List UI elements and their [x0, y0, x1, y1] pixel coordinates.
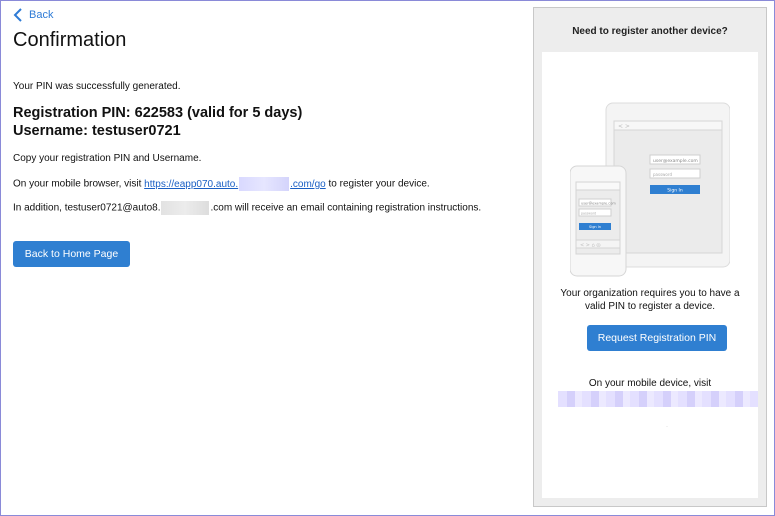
svg-text:< >: < > [618, 123, 630, 130]
credentials-block: Registration PIN: 622583 (valid for 5 da… [13, 104, 302, 140]
mobile-instruction: On your mobile browser, visit https://ea… [13, 177, 430, 191]
back-label: Back [29, 9, 54, 21]
email-prefix: In addition, testuser0721@auto8. [13, 202, 161, 214]
success-message: Your PIN was successfully generated. [13, 81, 181, 92]
username: Username: testuser0721 [13, 123, 181, 139]
decorative-dot: · [666, 424, 668, 430]
registration-url-link[interactable]: https://eapp070.auto. .com/go [144, 177, 326, 191]
request-registration-pin-button[interactable]: Request Registration PIN [587, 325, 727, 351]
email-suffix: .com will receive an email containing re… [210, 202, 482, 214]
phone-signin-label: Sign In [589, 225, 601, 229]
device-illustration-icon: < > user@example.com password Sign In us… [570, 102, 730, 277]
tablet-password-placeholder: password [653, 172, 672, 177]
panel-content: < > user@example.com password Sign In us… [542, 52, 758, 498]
mobile-prefix: On your mobile browser, visit [13, 178, 145, 190]
tablet-email-placeholder: user@example.com [653, 158, 698, 164]
phone-password-placeholder: password [581, 212, 596, 216]
svg-text:< > ⌂ ◎: < > ⌂ ◎ [580, 243, 601, 249]
redacted-block [239, 177, 290, 191]
mobile-suffix: to register your device. [325, 178, 430, 190]
chevron-left-icon [13, 8, 22, 22]
visit-instruction: On your mobile device, visit [588, 378, 712, 389]
copy-instruction: Copy your registration PIN and Username. [13, 153, 202, 164]
url-start: https://eapp070.auto. [144, 178, 239, 190]
url-end: .com/go [290, 178, 326, 190]
phone-email-placeholder: user@example.com [581, 202, 616, 206]
org-requirement-text: Your organization requires you to have a… [560, 288, 740, 312]
registration-pin: Registration PIN: 622583 (valid for 5 da… [13, 105, 303, 121]
panel-title: Need to register another device? [572, 26, 728, 37]
email-instruction: In addition, testuser0721@auto8. .com wil… [13, 201, 481, 215]
back-to-home-button[interactable]: Back to Home Page [13, 241, 130, 267]
tablet-signin-label: Sign In [667, 188, 683, 194]
page-title: Confirmation [13, 29, 127, 51]
back-link[interactable]: Back [13, 8, 53, 22]
register-device-panel: Need to register another device? < > use… [533, 7, 767, 507]
redacted-url [558, 391, 758, 407]
redacted-block [161, 201, 210, 215]
